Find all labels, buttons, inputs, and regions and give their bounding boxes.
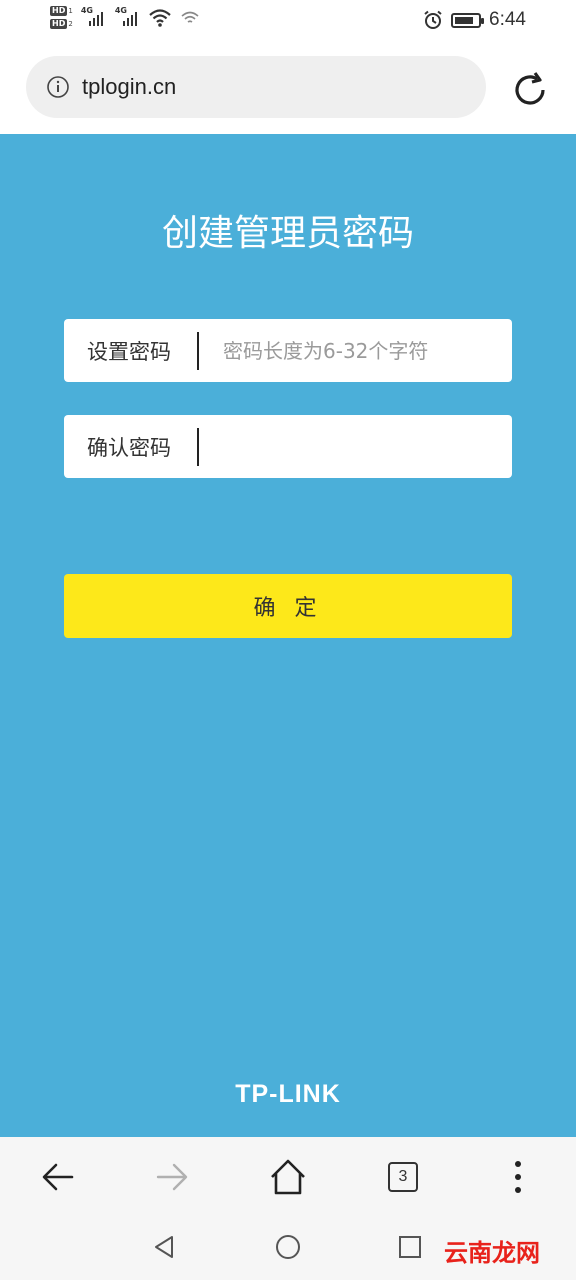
tp-link-logo: TP-LINK	[235, 1080, 341, 1108]
address-bar-area: tplogin.cn	[0, 44, 576, 134]
signal-icon: 4G	[115, 6, 141, 28]
hd-number: 2	[68, 20, 73, 28]
router-setup-page: 创建管理员密码 设置密码 确认密码 确 定 TP-LINK	[0, 134, 576, 1137]
confirm-password-field[interactable]: 确认密码	[64, 415, 512, 478]
battery-level	[455, 16, 474, 24]
set-password-field[interactable]: 设置密码	[64, 319, 512, 382]
hd-badge: HD	[50, 19, 68, 29]
page-title: 创建管理员密码	[161, 213, 414, 254]
status-bar: HD 1 HD 2 4G 4G 6:44	[0, 0, 576, 44]
arrow-right-icon	[156, 1163, 188, 1191]
square-recents-icon	[399, 1236, 421, 1258]
set-password-input[interactable]	[199, 319, 512, 382]
system-nav-bar: 云南龙网	[0, 1215, 576, 1280]
triangle-back-icon	[155, 1236, 173, 1258]
home-button[interactable]	[266, 1155, 310, 1199]
alarm-icon	[424, 10, 442, 29]
hd-indicator-2: HD 2	[50, 19, 73, 29]
hd-indicator-1: HD 1	[50, 6, 73, 16]
info-icon[interactable]	[46, 75, 70, 99]
menu-button[interactable]	[496, 1155, 540, 1199]
tabs-button[interactable]: 3	[381, 1155, 425, 1199]
wifi-icon	[149, 9, 171, 27]
more-vert-icon	[515, 1161, 521, 1193]
url-text[interactable]: tplogin.cn	[82, 74, 176, 100]
hd-badge: HD	[50, 6, 68, 16]
nav-recents-button[interactable]	[394, 1231, 426, 1263]
hotspot-icon	[181, 11, 199, 23]
nav-back-button[interactable]	[148, 1231, 180, 1263]
battery-icon	[451, 12, 485, 28]
confirm-password-label: 确认密码	[87, 435, 171, 460]
signal-icon: 4G	[81, 6, 107, 28]
back-button[interactable]	[36, 1155, 80, 1199]
confirm-button[interactable]: 确 定	[64, 574, 512, 638]
tab-count: 3	[388, 1162, 418, 1192]
arrow-left-icon	[42, 1163, 74, 1191]
circle-home-icon	[276, 1235, 300, 1259]
nav-home-button[interactable]	[272, 1231, 304, 1263]
status-left: HD 1 HD 2 4G 4G	[50, 6, 201, 29]
confirm-password-input[interactable]	[199, 415, 512, 478]
clock-time: 6:44	[489, 9, 526, 30]
home-icon	[271, 1159, 305, 1195]
forward-button[interactable]	[150, 1155, 194, 1199]
hd-number: 1	[68, 7, 73, 15]
address-bar[interactable]: tplogin.cn	[26, 56, 486, 118]
hd-indicators: HD 1 HD 2	[50, 6, 73, 29]
watermark-text: 云南龙网	[444, 1239, 540, 1267]
status-right: 6:44	[423, 9, 526, 31]
browser-toolbar: 3	[0, 1137, 576, 1215]
set-password-label: 设置密码	[87, 339, 171, 364]
reload-icon[interactable]	[510, 70, 550, 110]
